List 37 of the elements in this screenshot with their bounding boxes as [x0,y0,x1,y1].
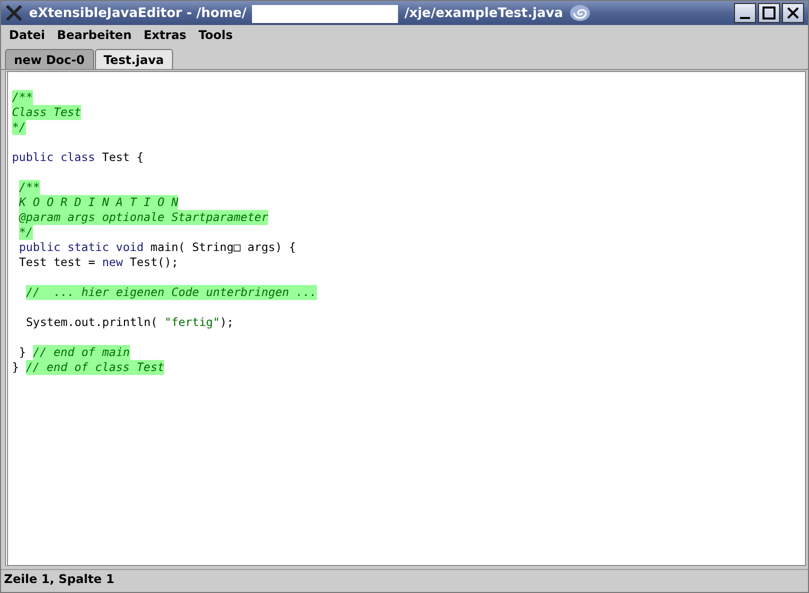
code-comment: // ... hier eigenen Code unterbringen ... [26,285,317,300]
code-keyword: new [102,255,123,270]
code-comment: // end of main [32,345,130,360]
code-comment: /** [12,90,33,105]
code-keyword: public static void [19,240,144,255]
tab[interactable]: Test.java [94,49,173,69]
status-bar: Zeile 1, Spalte 1 [1,569,808,588]
close-icon [786,6,800,20]
code-text: ); [220,315,234,330]
code-text: Test(); [128,255,178,270]
code-comment: */ [19,225,33,240]
maximize-icon [762,6,776,20]
menu-item[interactable]: Bearbeiten [51,28,138,42]
menu-item[interactable]: Tools [192,28,239,42]
close-button[interactable] [782,3,804,23]
code-text: Test { [101,150,144,165]
code-text: main( String□ args) { [150,240,296,255]
tab[interactable]: new Doc-0 [5,49,94,69]
swirl-logo-icon [569,4,592,22]
menu-item[interactable]: Datei [3,28,52,42]
minimize-icon [740,17,750,19]
code-text: } [12,360,20,375]
code-comment: Class Test [12,105,82,120]
code-comment: */ [12,120,26,135]
code-string: "fertig" [164,315,220,330]
code-comment: /** [19,180,40,195]
code-comment: // end of class Test [26,360,164,375]
window-title: eXtensibleJavaEditor - /home/ [29,6,246,20]
x-logo-icon [5,4,23,22]
menu-item[interactable]: Extras [138,28,192,42]
code-text: } [19,345,27,360]
window-title: /xje/exampleTest.java [404,6,564,20]
code-text: System.out.println( [26,315,159,330]
code-text: Test test = [19,255,96,270]
code-keyword: public class [12,150,96,165]
maximize-button[interactable] [758,3,780,23]
minimize-button[interactable] [734,3,756,23]
